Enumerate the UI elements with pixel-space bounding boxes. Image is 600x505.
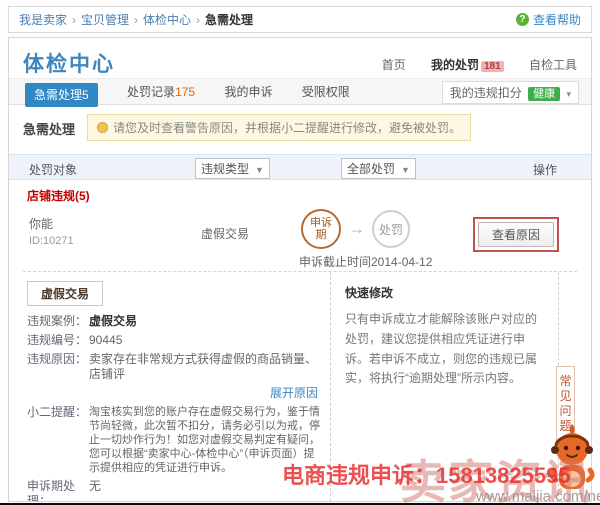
action-cell: 查看原因 [473,217,559,252]
view-help-label: 查看帮助 [533,11,581,28]
appeal-period-step-label: 申诉期 [309,217,333,241]
dropdown-caret-icon: ▼ [255,165,264,175]
detail-right-column: 快速修改 只有申诉成立才能解除该账户对应的处罚，建议您提供相应凭证进行申诉。若申… [331,272,559,502]
penalty-step-icon: 处罚 [372,210,410,248]
seller-cell: 你能 ID:10271 [29,215,74,247]
field-reason-label: 违规原因： [27,352,89,382]
breadcrumb: 我是卖家 › 宝贝管理 › 体检中心 › 急需处理 ? 查看帮助 [8,6,592,33]
field-appeal-handling: 申诉期处理： 无 [27,479,322,502]
breadcrumb-item-current: 急需处理 [205,11,253,28]
urgent-section-header: 急需处理 请您及时查看警告原因，并根据小二提醒进行修改，避免被处罚。 [23,114,577,144]
field-reminder-value: 淘宝核实到您的账户存在虚假交易行为，鉴于情节尚轻微，此次暂不扣分，请务必引以为戒… [89,405,322,475]
appeal-deadline: 申诉截止时间2014-04-12 [299,253,432,270]
nav-home-link[interactable]: 首页 [382,58,406,72]
violation-score-box[interactable]: 我的违规扣分 健康 ▾ [442,81,579,104]
field-appeal-value: 无 [89,479,322,502]
field-code-value: 90445 [89,333,322,348]
warning-alert-text: 请您及时查看警告原因，并根据小二提醒进行修改，避免被处罚。 [113,119,461,136]
violation-type-select[interactable]: 违规类型 ▼ [195,158,270,179]
tab-restricted-permissions[interactable]: 受限权限 [302,79,350,105]
panel-header: 体检中心 首页 我的处罚181 自检工具 [9,38,591,78]
violation-case-row: 你能 ID:10271 虚假交易 申诉期 → 处罚 申诉截止时间2014-04-… [23,209,577,267]
case-detail-section: 虚假交易 违规案例： 虚假交易 违规编号： 90445 违规原因： 卖家存在非常… [23,271,577,502]
bulb-icon [97,122,108,133]
breadcrumb-separator: › [72,13,76,27]
penalty-filter-select[interactable]: 全部处罚 ▼ [341,158,416,179]
field-reason-value: 卖家存在非常规方式获得虚假的商品销量、店铺评 [89,352,322,382]
view-help-link[interactable]: ? 查看帮助 [516,11,581,28]
seller-id: ID:10271 [29,235,74,247]
field-appeal-label: 申诉期处理： [27,479,89,502]
penalty-filter-select-value: 全部处罚 [347,162,395,176]
main-panel: 体检中心 首页 我的处罚181 自检工具 急需处理5 处罚记录175 我的申诉 … [8,37,592,502]
violation-type-select-value: 违规类型 [201,162,249,176]
field-case-label: 违规案例： [27,314,89,329]
dropdown-caret-icon: ▼ [401,165,410,175]
shop-violation-group-title: 店铺违规(5) [9,180,591,209]
breadcrumb-separator: › [134,13,138,27]
help-question-icon: ? [516,13,529,26]
field-case-value: 虚假交易 [89,314,322,329]
quick-fix-title: 快速修改 [345,284,544,301]
mascot-icon [546,422,598,496]
field-code: 违规编号： 90445 [27,333,322,348]
breadcrumb-item-checkup[interactable]: 体检中心 [143,11,191,28]
list-header-row: 处罚对象 违规类型 ▼ 全部处罚 ▼ 操作 [9,154,591,180]
nav-my-penalty-label: 我的处罚 [431,58,479,72]
field-code-label: 违规编号： [27,333,89,348]
detail-left-column: 虚假交易 违规案例： 虚假交易 违规编号： 90445 违规原因： 卖家存在非常… [23,272,331,502]
breadcrumb-item-seller[interactable]: 我是卖家 [19,11,67,28]
expand-reason-row: 展开原因 [27,384,318,401]
violation-type-cell: 虚假交易 [201,225,249,242]
tab-bar: 急需处理5 处罚记录175 我的申诉 受限权限 我的违规扣分 健康 ▾ [9,78,591,105]
header-nav: 首页 我的处罚181 自检工具 [360,56,577,73]
urgent-section-title: 急需处理 [23,119,75,138]
field-reminder: 小二提醒： 淘宝核实到您的账户存在虚假交易行为，鉴于情节尚轻微，此次暂不扣分，请… [27,405,322,475]
tab-urgent[interactable]: 急需处理5 [25,83,98,107]
appeal-period-step-icon: 申诉期 [301,209,341,249]
annotation-box: 查看原因 [473,217,559,252]
view-reason-button[interactable]: 查看原因 [478,222,554,247]
mascot-character [546,422,598,501]
tab-penalty-records[interactable]: 处罚记录175 [127,79,195,105]
seller-name: 你能 [29,215,74,232]
appeal-steps: 申诉期 → 处罚 [301,209,410,249]
health-status-badge: 健康 [528,87,560,101]
column-action: 操作 [533,161,557,178]
penalty-count-badge: 181 [481,61,504,72]
expand-reason-link[interactable]: 展开原因 [270,386,318,400]
violation-detail-tab[interactable]: 虚假交易 [27,281,103,306]
nav-my-penalty-link[interactable]: 我的处罚181 [431,58,504,72]
field-reminder-label: 小二提醒： [27,405,89,475]
nav-selfcheck-link[interactable]: 自检工具 [529,58,577,72]
tab-penalty-records-count: 175 [175,85,195,99]
page-title: 体检中心 [23,48,115,78]
tab-urgent-label: 急需处理 [34,88,82,102]
tab-my-appeals[interactable]: 我的申诉 [224,79,272,105]
warning-alert: 请您及时查看警告原因，并根据小二提醒进行修改，避免被处罚。 [87,114,471,141]
chevron-down-icon: ▾ [566,89,571,99]
tab-urgent-count: 5 [82,88,89,102]
breadcrumb-item-items[interactable]: 宝贝管理 [81,11,129,28]
field-case: 违规案例： 虚假交易 [27,314,322,329]
violation-score-label: 我的违规扣分 [450,86,522,100]
field-reason: 违规原因： 卖家存在非常规方式获得虚假的商品销量、店铺评 [27,352,322,382]
quick-fix-body: 只有申诉成立才能解除该账户对应的处罚，建议您提供相应凭证进行申诉。若申诉不成立，… [345,310,544,389]
tab-penalty-records-label: 处罚记录 [127,85,175,99]
arrow-right-icon: → [348,219,365,239]
column-penalty-object: 处罚对象 [29,161,77,178]
breadcrumb-separator: › [196,13,200,27]
